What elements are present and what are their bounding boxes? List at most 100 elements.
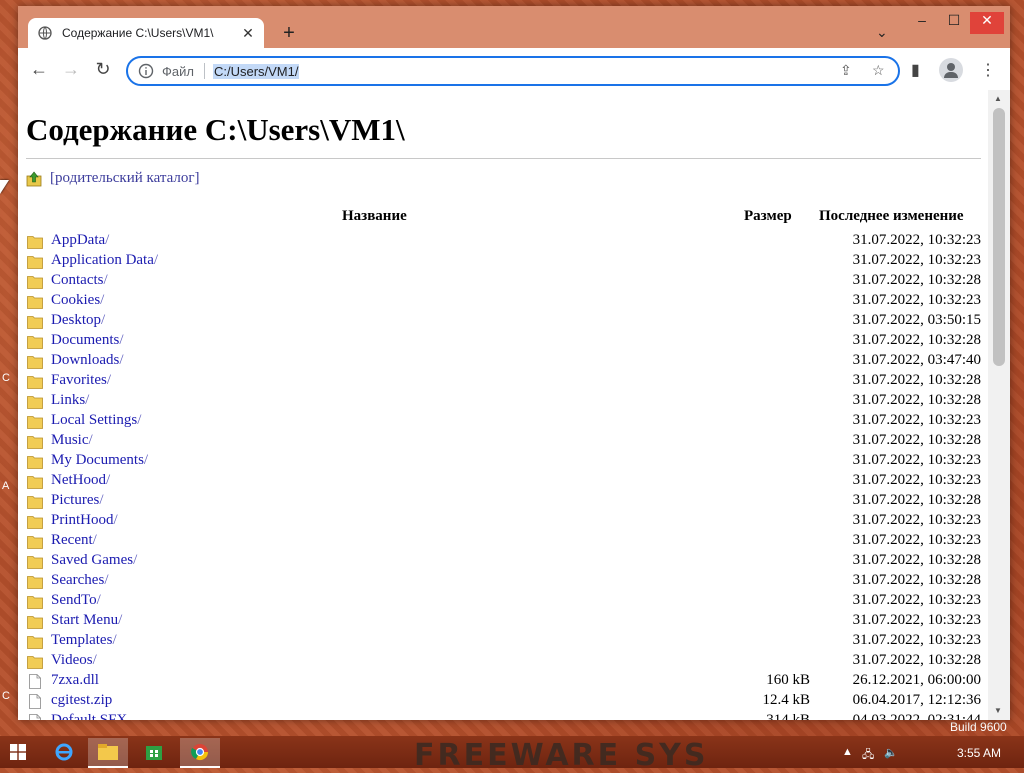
folder-slash: / [119,352,124,368]
network-icon[interactable]: 🖧 [862,746,874,765]
entry-link[interactable]: Videos/ [51,652,97,669]
entry-link[interactable]: Local Settings/ [51,412,141,429]
folder-slash: / [101,312,106,328]
vertical-scrollbar[interactable]: ▲ ▼ [988,90,1010,720]
table-row: NetHood/31.07.2022, 10:32:23 [26,472,981,492]
entry-link[interactable]: Default.SFX [51,712,127,720]
entry-modified: 31.07.2022, 10:32:23 [852,632,981,648]
desktop-icon-label-fragment: C [2,690,10,702]
table-row: Desktop/31.07.2022, 03:50:15 [26,312,981,332]
bookmark-star-icon[interactable]: ☆ [872,62,885,79]
entry-link[interactable]: Saved Games/ [51,552,137,569]
file-explorer-icon[interactable] [88,738,128,768]
entry-name: SendTo [51,592,97,608]
entry-link[interactable]: NetHood/ [51,472,110,489]
entry-link[interactable]: 7zxa.dll [51,672,99,689]
entry-link[interactable]: Contacts/ [51,272,108,289]
scroll-down-arrow-icon[interactable]: ▼ [994,706,1002,715]
entry-link[interactable]: Favorites/ [51,372,111,389]
entry-modified: 31.07.2022, 10:32:23 [852,452,981,468]
table-row: Pictures/31.07.2022, 10:32:28 [26,492,981,512]
entry-link[interactable]: Desktop/ [51,312,105,329]
entry-name: Links [51,392,86,408]
entry-link[interactable]: Downloads/ [51,352,124,369]
maximize-icon[interactable]: ☐ [938,12,970,34]
tab-search-chevron-icon[interactable]: ⌄ [876,24,888,41]
scroll-up-arrow-icon[interactable]: ▲ [994,94,1002,103]
share-icon[interactable]: ⇪ [840,62,852,79]
info-icon[interactable] [138,63,154,79]
entry-size: 160 kB [766,672,810,688]
entry-link[interactable]: AppData/ [51,232,109,249]
column-header-size[interactable]: Размер [744,208,792,225]
entry-link[interactable]: My Documents/ [51,452,148,469]
entry-name: Application Data [51,252,154,268]
url-text[interactable]: C:/Users/VM1/ [212,63,300,79]
folder-slash: / [92,652,97,668]
folder-slash: / [137,412,142,428]
folder-slash: / [99,492,104,508]
folder-slash: / [118,612,123,628]
entry-link[interactable]: PrintHood/ [51,512,118,529]
tab-strip: Содержание C:\Users\VM1\ ✕ + ⌄ – ☐ ✕ [18,6,1010,48]
url-scheme-label: Файл [162,63,194,79]
entry-link[interactable]: Pictures/ [51,492,104,509]
up-folder-icon [26,171,42,186]
folder-icon [27,516,43,529]
entry-link[interactable]: Documents/ [51,332,124,349]
entry-name: Music [51,432,89,448]
browser-tab[interactable]: Содержание C:\Users\VM1\ ✕ [28,18,264,48]
entry-link[interactable]: Links/ [51,392,89,409]
store-icon[interactable] [134,738,174,766]
entry-link[interactable]: Recent/ [51,532,97,549]
menu-kebab-icon[interactable]: ⋮ [980,60,996,80]
volume-muted-icon[interactable]: 🔈 [884,746,898,759]
entry-link[interactable]: cgitest.zip [51,692,112,709]
tab-close-icon[interactable]: ✕ [238,25,258,42]
folder-slash: / [100,292,105,308]
entry-link[interactable]: Start Menu/ [51,612,122,629]
windows-start-icon[interactable] [10,744,26,760]
close-window-icon[interactable]: ✕ [970,12,1004,34]
folder-icon [27,636,43,649]
folder-slash: / [92,532,97,548]
folder-icon [27,596,43,609]
chrome-icon[interactable] [180,738,220,768]
address-bar[interactable]: Файл C:/Users/VM1/ ⇪ ☆ [126,56,900,86]
entry-link[interactable]: Cookies/ [51,292,104,309]
entry-modified: 31.07.2022, 10:32:23 [852,592,981,608]
file-icon [29,694,41,709]
parent-directory-link[interactable]: [родительский каталог] [26,170,200,187]
entry-link[interactable]: SendTo/ [51,592,101,609]
table-row: Templates/31.07.2022, 10:32:23 [26,632,981,652]
column-header-modified[interactable]: Последнее изменение [819,208,964,225]
entry-link[interactable]: Application Data/ [51,252,158,269]
folder-slash: / [96,592,101,608]
internet-explorer-icon[interactable] [44,738,84,766]
scrollbar-thumb[interactable] [993,108,1005,366]
tray-overflow-icon[interactable]: ▲ [842,746,853,758]
entry-name: cgitest.zip [51,692,113,708]
column-header-name[interactable]: Название [342,208,407,225]
minimize-icon[interactable]: – [906,12,938,34]
table-row: PrintHood/31.07.2022, 10:32:23 [26,512,981,532]
entry-modified: 31.07.2022, 03:47:40 [852,352,981,368]
windows-build-text: Build 9600 [950,720,1007,734]
folder-icon [27,496,43,509]
table-row: SendTo/31.07.2022, 10:32:23 [26,592,981,612]
folder-icon [27,356,43,369]
folder-icon [27,656,43,669]
reload-icon[interactable]: ↻ [92,59,114,81]
entry-link[interactable]: Music/ [51,432,93,449]
back-icon[interactable]: ← [28,59,50,81]
profile-avatar-icon[interactable] [939,58,963,82]
forward-icon[interactable]: → [60,59,82,81]
table-row: 7zxa.dll 160 kB 26.12.2021, 06:00:00 [26,672,981,692]
entry-size: 314 kB [766,712,810,720]
entry-link[interactable]: Templates/ [51,632,117,649]
entry-link[interactable]: Searches/ [51,572,108,589]
taskbar-clock[interactable]: 3:55 AM [957,746,1001,760]
folder-slash: / [106,372,111,388]
side-panel-icon[interactable]: ▮ [911,60,920,80]
new-tab-icon[interactable]: + [278,22,300,44]
